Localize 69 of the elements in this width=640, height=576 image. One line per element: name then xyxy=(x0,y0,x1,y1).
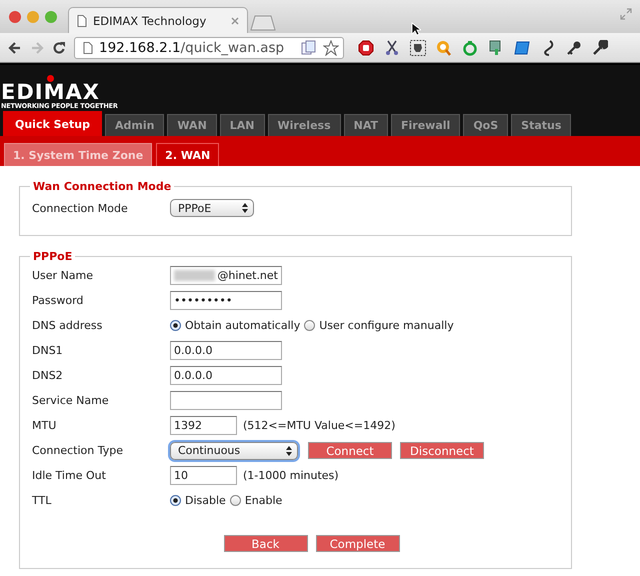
address-bar[interactable]: 192.168.2.1/quick_wan.asp xyxy=(74,36,344,58)
hint-text: (512<=MTU Value<=1492) xyxy=(243,419,396,432)
nav-tab[interactable]: LAN xyxy=(220,114,265,136)
logo: EDIMAX xyxy=(1,82,100,102)
cursor-icon xyxy=(411,22,421,36)
nav-tab[interactable]: Quick Setup xyxy=(3,111,102,136)
input-field[interactable]: 0.0.0.0 xyxy=(170,341,282,360)
radio-button[interactable] xyxy=(304,320,316,331)
input-field[interactable]: 0.0.0.0 xyxy=(170,366,282,385)
radio-option[interactable]: Enable xyxy=(230,494,282,507)
sub-tab[interactable]: 2. WAN xyxy=(156,143,220,166)
reload-icon[interactable] xyxy=(52,40,66,54)
field-label: Connection Mode xyxy=(32,202,129,214)
field-label: Connection Type xyxy=(32,444,124,457)
input-field[interactable]: 10 xyxy=(170,466,237,485)
field-label: Password xyxy=(32,294,84,307)
stop-sign-icon[interactable] xyxy=(358,40,374,56)
page-icon xyxy=(77,14,87,26)
radio-button[interactable] xyxy=(170,495,181,506)
nav-tab[interactable]: WAN xyxy=(167,114,217,136)
input-field[interactable]: ••••••••• xyxy=(170,291,282,310)
select-arrows-icon xyxy=(242,203,248,213)
back-icon[interactable] xyxy=(8,40,22,54)
field-label: DNS address xyxy=(32,319,104,332)
select-arrows-icon xyxy=(286,446,292,456)
close-tab-icon[interactable] xyxy=(231,16,239,24)
browser-tab[interactable]: EDIMAX Technology xyxy=(68,7,248,33)
mode-select[interactable]: PPPoE xyxy=(170,199,254,217)
field-label: Idle Time Out xyxy=(32,469,107,482)
field-label: User Name xyxy=(32,269,94,282)
radio-button[interactable] xyxy=(230,495,241,506)
radio-option[interactable]: Disable xyxy=(170,494,226,507)
star-icon[interactable] xyxy=(323,40,339,56)
field-label: DNS1 xyxy=(32,344,64,357)
nav-tab[interactable]: NAT xyxy=(344,114,388,136)
nav-tab[interactable]: Status xyxy=(511,114,572,136)
field-label: MTU xyxy=(32,419,58,432)
input-field[interactable] xyxy=(170,391,282,410)
nav-tab[interactable]: Firewall xyxy=(391,114,460,136)
nav-tab[interactable]: Admin xyxy=(104,114,164,136)
tile-icon[interactable] xyxy=(514,40,530,56)
input-field[interactable]: 1392 xyxy=(170,416,237,435)
radio-button[interactable] xyxy=(170,320,181,331)
key-icon[interactable] xyxy=(566,40,582,56)
action-button[interactable]: Complete xyxy=(316,535,400,552)
nav-tab[interactable]: QoS xyxy=(463,114,508,136)
url-text: 192.168.2.1/quick_wan.asp xyxy=(99,40,286,56)
action-button[interactable]: Back xyxy=(224,535,308,552)
close-window-icon[interactable] xyxy=(9,11,21,23)
radio-option[interactable]: Obtain automatically xyxy=(170,319,300,332)
action-button[interactable]: Disconnect xyxy=(400,442,484,459)
pages-icon[interactable] xyxy=(301,40,317,56)
hint-text: (1-1000 minutes) xyxy=(243,469,339,482)
field-label: Service Name xyxy=(32,394,110,407)
field-label: TTL xyxy=(32,494,52,507)
type-select[interactable]: Continuous xyxy=(170,442,298,460)
wrench-icon[interactable] xyxy=(592,40,608,56)
stopwatch-icon[interactable] xyxy=(462,40,478,56)
logo-dot-icon xyxy=(47,75,54,82)
scissors-icon[interactable] xyxy=(384,40,400,56)
radio-option[interactable]: User configure manually xyxy=(304,319,454,332)
action-button[interactable]: Connect xyxy=(308,442,392,459)
page-icon xyxy=(83,42,93,54)
input-field[interactable]: @hinet.net xyxy=(170,266,282,285)
field-label: DNS2 xyxy=(32,369,64,382)
nav-tab[interactable]: Wireless xyxy=(268,114,341,136)
panel-title: Wan Connection Mode xyxy=(32,180,172,193)
panel-title: PPPoE xyxy=(32,250,74,263)
lens-icon[interactable] xyxy=(436,40,452,56)
